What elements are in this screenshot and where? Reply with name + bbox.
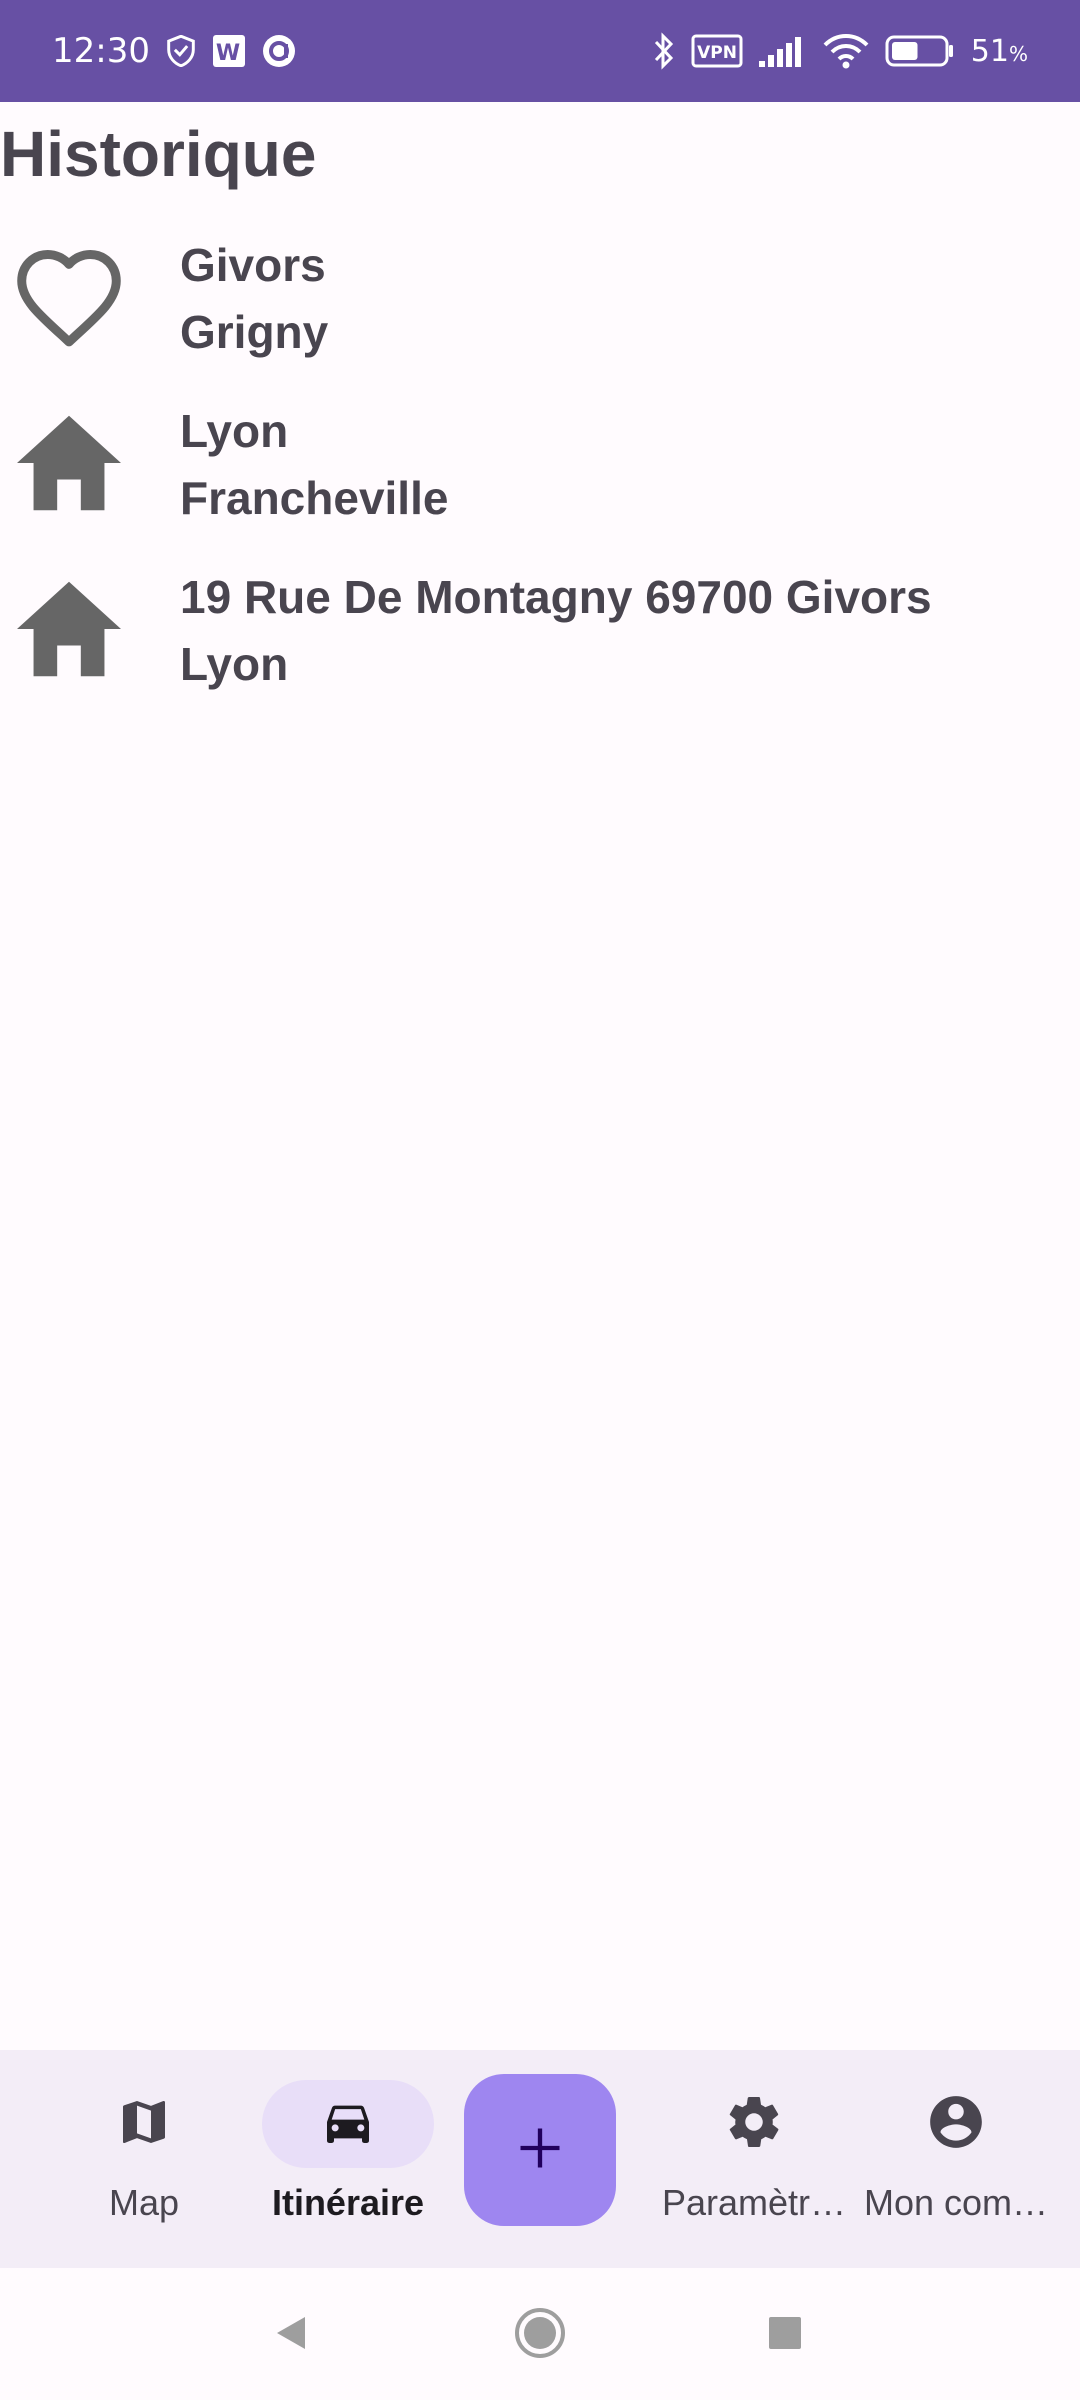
- history-item[interactable]: Lyon Francheville: [0, 384, 1080, 550]
- system-navigation-bar: [0, 2268, 1080, 2400]
- a-circle-icon: [262, 34, 296, 68]
- bluetooth-icon: [653, 32, 675, 70]
- svg-text:VPN: VPN: [697, 43, 737, 63]
- history-origin: Givors: [180, 239, 326, 291]
- nav-item-itineraire[interactable]: Itinéraire: [248, 2080, 448, 2250]
- status-left: 12:30 W: [52, 31, 296, 71]
- battery-icon: [885, 34, 955, 68]
- history-origin: Lyon: [180, 405, 289, 457]
- svg-text:W: W: [216, 41, 240, 66]
- nav-label: Itinéraire: [271, 2182, 425, 2223]
- nav-icon-container: [668, 2080, 840, 2168]
- history-item-text: Lyon Francheville: [180, 398, 448, 532]
- nav-label: Map: [108, 2182, 180, 2223]
- plus-icon: [514, 2122, 566, 2179]
- home-icon: [10, 404, 128, 522]
- account-circle-icon: [925, 2091, 987, 2158]
- home-icon: [10, 570, 128, 688]
- shield-icon: [166, 35, 196, 67]
- history-item[interactable]: 19 Rue De Montagny 69700 Givors Lyon: [0, 550, 1080, 716]
- nav-item-parametres[interactable]: Paramètr…: [654, 2080, 854, 2250]
- history-item-text: Givors Grigny: [180, 232, 328, 366]
- nav-item-mon-compte[interactable]: Mon com…: [856, 2080, 1056, 2250]
- vpn-icon: VPN: [691, 34, 743, 68]
- history-list: Givors Grigny Lyon Francheville 19 Rue D…: [0, 218, 1080, 716]
- status-right: VPN 51%: [653, 32, 1028, 70]
- recents-icon[interactable]: [750, 2298, 820, 2368]
- history-origin: 19 Rue De Montagny 69700 Givors: [180, 571, 932, 623]
- history-item-text: 19 Rue De Montagny 69700 Givors Lyon: [180, 564, 932, 698]
- nav-icon-container: [870, 2080, 1042, 2168]
- signal-icon: [758, 35, 807, 67]
- back-icon[interactable]: [256, 2298, 326, 2368]
- car-icon: [320, 2094, 376, 2155]
- gear-icon: [724, 2092, 784, 2157]
- status-bar: 12:30 W VPN 51%: [0, 0, 1080, 102]
- heart-icon: [10, 238, 128, 356]
- wifi-icon: [823, 33, 869, 69]
- history-destination: Grigny: [180, 306, 329, 358]
- bottom-navigation: Map Itinéraire Paramètr… Mon com…: [0, 2050, 1080, 2268]
- nav-icon-container: [58, 2080, 230, 2168]
- battery-percent: 51%: [970, 33, 1028, 69]
- nav-icon-container: [262, 2080, 434, 2168]
- home-button-icon[interactable]: [505, 2298, 575, 2368]
- page-title: Historique: [0, 118, 317, 190]
- nav-item-map[interactable]: Map: [44, 2080, 244, 2250]
- map-icon: [116, 2094, 172, 2155]
- w-badge-icon: W: [212, 34, 246, 68]
- add-fab-button[interactable]: [464, 2074, 616, 2226]
- nav-label: Mon com…: [863, 2182, 1049, 2223]
- history-item[interactable]: Givors Grigny: [0, 218, 1080, 384]
- status-time: 12:30: [52, 31, 150, 71]
- nav-label: Paramètr…: [661, 2182, 847, 2223]
- history-destination: Francheville: [180, 472, 449, 524]
- history-destination: Lyon: [180, 638, 289, 690]
